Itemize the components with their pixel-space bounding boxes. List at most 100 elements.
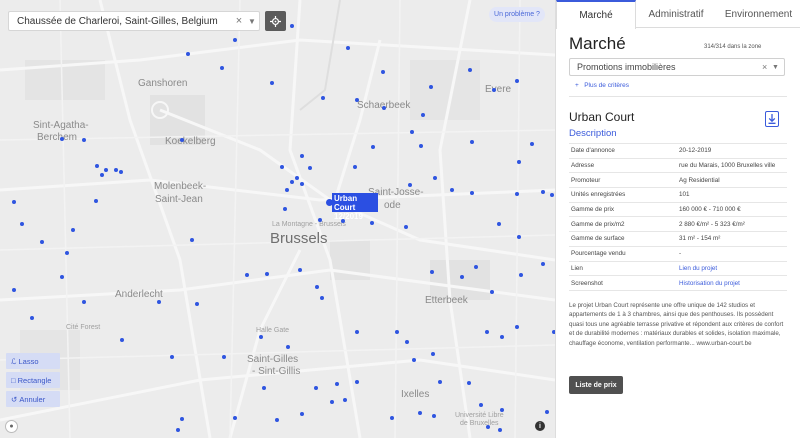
project-marker[interactable]	[330, 400, 334, 404]
project-marker[interactable]	[195, 302, 199, 306]
project-marker[interactable]	[517, 235, 521, 239]
project-marker[interactable]	[500, 408, 504, 412]
project-marker[interactable]	[20, 222, 24, 226]
project-marker[interactable]	[190, 238, 194, 242]
project-marker[interactable]	[157, 300, 161, 304]
project-marker[interactable]	[220, 66, 224, 70]
project-marker[interactable]	[300, 182, 304, 186]
lasso-tool-button[interactable]: ℒ Lasso	[6, 353, 60, 369]
project-marker[interactable]	[321, 96, 325, 100]
project-marker[interactable]	[355, 98, 359, 102]
project-marker[interactable]	[170, 355, 174, 359]
project-marker[interactable]	[431, 352, 435, 356]
project-marker[interactable]	[486, 425, 490, 429]
project-marker[interactable]	[60, 275, 64, 279]
project-marker[interactable]	[474, 265, 478, 269]
project-marker[interactable]	[104, 168, 108, 172]
project-marker[interactable]	[467, 381, 471, 385]
project-marker[interactable]	[432, 414, 436, 418]
clear-icon[interactable]: ×	[762, 62, 772, 72]
project-marker[interactable]	[82, 300, 86, 304]
project-marker[interactable]	[186, 52, 190, 56]
project-marker[interactable]	[390, 416, 394, 420]
project-marker[interactable]	[519, 273, 523, 277]
project-marker[interactable]	[262, 386, 266, 390]
project-marker[interactable]	[265, 272, 269, 276]
project-marker[interactable]	[346, 46, 350, 50]
tab-environnement[interactable]: Environnement	[716, 0, 800, 28]
project-marker[interactable]	[492, 88, 496, 92]
project-marker[interactable]	[541, 262, 545, 266]
clear-icon[interactable]: ×	[233, 15, 245, 27]
project-marker[interactable]	[65, 251, 69, 255]
project-marker[interactable]	[410, 130, 414, 134]
project-marker[interactable]	[433, 176, 437, 180]
project-marker[interactable]	[370, 221, 374, 225]
project-marker[interactable]	[530, 142, 534, 146]
tab-marche[interactable]: Marché	[556, 0, 636, 29]
project-marker[interactable]	[300, 412, 304, 416]
detail-link[interactable]: Lien du projet	[677, 260, 787, 276]
project-marker[interactable]	[430, 270, 434, 274]
project-marker[interactable]	[270, 81, 274, 85]
project-marker[interactable]	[295, 176, 299, 180]
project-marker[interactable]	[30, 316, 34, 320]
project-marker[interactable]	[355, 380, 359, 384]
download-button[interactable]	[765, 111, 779, 127]
locate-button[interactable]	[265, 11, 286, 31]
project-marker[interactable]	[404, 225, 408, 229]
project-marker[interactable]	[298, 268, 302, 272]
project-marker[interactable]	[180, 138, 184, 142]
project-marker[interactable]	[541, 190, 545, 194]
cancel-tool-button[interactable]: ↺ Annuler	[6, 391, 60, 407]
project-marker[interactable]	[515, 79, 519, 83]
project-marker[interactable]	[40, 240, 44, 244]
project-marker[interactable]	[60, 137, 64, 141]
project-marker[interactable]	[71, 228, 75, 232]
info-icon[interactable]: i	[535, 421, 545, 431]
project-marker[interactable]	[408, 183, 412, 187]
project-marker[interactable]	[355, 330, 359, 334]
project-marker[interactable]	[470, 140, 474, 144]
project-marker[interactable]	[286, 345, 290, 349]
project-marker[interactable]	[438, 380, 442, 384]
project-marker[interactable]	[550, 193, 554, 197]
project-marker[interactable]	[100, 173, 104, 177]
project-marker[interactable]	[497, 222, 501, 226]
project-marker[interactable]	[233, 416, 237, 420]
project-marker[interactable]	[119, 170, 123, 174]
project-marker[interactable]	[405, 340, 409, 344]
project-marker[interactable]	[450, 188, 454, 192]
project-marker[interactable]	[460, 275, 464, 279]
project-marker[interactable]	[280, 165, 284, 169]
project-marker[interactable]	[429, 85, 433, 89]
project-marker[interactable]	[470, 191, 474, 195]
project-marker[interactable]	[290, 180, 294, 184]
tab-administratif[interactable]: Administratif	[636, 0, 716, 28]
project-marker[interactable]	[353, 165, 357, 169]
project-marker[interactable]	[222, 355, 226, 359]
project-marker[interactable]	[515, 192, 519, 196]
project-marker[interactable]	[320, 296, 324, 300]
project-marker[interactable]	[479, 403, 483, 407]
project-marker[interactable]	[395, 330, 399, 334]
project-popup[interactable]: Urban Court 12/2019	[332, 193, 378, 221]
project-marker[interactable]	[421, 113, 425, 117]
project-marker[interactable]	[283, 207, 287, 211]
project-marker[interactable]	[82, 138, 86, 142]
project-marker[interactable]	[371, 145, 375, 149]
project-marker[interactable]	[275, 418, 279, 422]
project-marker[interactable]	[180, 417, 184, 421]
project-marker[interactable]	[382, 106, 386, 110]
project-marker[interactable]	[308, 166, 312, 170]
project-marker[interactable]	[233, 38, 237, 42]
project-marker[interactable]	[12, 288, 16, 292]
chevron-down-icon[interactable]: ▼	[772, 64, 784, 71]
category-select[interactable]: Promotions immobilières × ▼	[569, 58, 785, 76]
detail-link[interactable]: Historisation du projet	[677, 275, 787, 291]
project-marker[interactable]	[498, 428, 502, 432]
project-marker[interactable]	[545, 410, 549, 414]
project-marker[interactable]	[95, 164, 99, 168]
project-marker[interactable]	[245, 273, 249, 277]
project-marker[interactable]	[12, 200, 16, 204]
